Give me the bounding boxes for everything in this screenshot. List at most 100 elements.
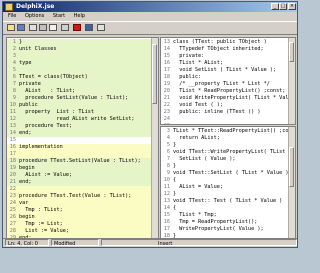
code-text: procedure SetList(Value : TList);: [19, 95, 129, 101]
close-button[interactable]: ×: [288, 3, 296, 10]
title-bar[interactable]: DelphiX.jse _ □ ×: [3, 2, 297, 12]
code-text: procedure TTest.SetList(Value : TList);: [19, 158, 141, 164]
code-line[interactable]: 4 return AList;: [161, 135, 288, 142]
right-bottom-scrollbar[interactable]: [288, 127, 295, 238]
menu-start[interactable]: Start: [53, 13, 65, 19]
code-line[interactable]: 10{: [161, 177, 288, 184]
code-line[interactable]: 21 void WritePropertyList( TList * Value…: [161, 95, 295, 102]
code-line[interactable]: 20 AList := Value;: [7, 172, 151, 179]
code-line[interactable]: 12 read AList write SetList;: [7, 116, 151, 123]
pascal-editor[interactable]: 1} 2 unit Classes 3 4 type 5 6 TTest = class(TOb…: [6, 37, 159, 239]
code-line[interactable]: 5}: [161, 142, 288, 149]
code-line[interactable]: 26 begin: [7, 214, 151, 221]
code-line[interactable]: 15 TList * Tmp;: [161, 212, 288, 219]
maximize-button[interactable]: □: [279, 3, 287, 10]
stop-button[interactable]: [85, 24, 93, 31]
menu-help[interactable]: Help: [74, 13, 85, 19]
code-line[interactable]: 4 type: [7, 60, 151, 67]
code-line[interactable]: 7 private: [7, 81, 151, 88]
code-line[interactable]: 5: [7, 67, 151, 74]
line-number: 22: [9, 186, 16, 192]
right-bottom-scroll-thumb[interactable]: [289, 147, 294, 187]
code-line[interactable]: 13 procedure Test;: [7, 123, 151, 130]
line-number: 6: [166, 149, 170, 155]
code-line[interactable]: 23 procedure TTest.Test(Value : TList);: [7, 193, 151, 200]
line-number: 5: [12, 67, 16, 73]
code-line[interactable]: 16 Tmp = ReadPropertyList();: [161, 219, 288, 226]
code-line[interactable]: 15: [7, 137, 151, 144]
print-button[interactable]: [29, 24, 37, 31]
code-line[interactable]: 17 void SetList ( TList * Value );: [161, 67, 288, 74]
code-text: unit Classes: [19, 46, 57, 52]
paste-button[interactable]: [61, 24, 69, 31]
code-line[interactable]: 17 WritePropertyList( Value );: [161, 226, 288, 233]
code-line[interactable]: 11 property List : TList: [7, 109, 151, 116]
code-line[interactable]: 20 TList * ReadPropertyList() ;const;: [161, 88, 288, 95]
code-line[interactable]: 10 public: [7, 102, 151, 109]
left-scrollbar[interactable]: [151, 38, 158, 238]
cpp-header-editor[interactable]: 13 class (TTest: public TObject ) 14 TType…: [160, 37, 296, 125]
code-line[interactable]: 27 Tmp := List;: [7, 221, 151, 228]
open-button[interactable]: [7, 24, 15, 31]
cpp-source-editor[interactable]: 3 TList * TTest::ReadPropertyList() ;cons…: [160, 126, 296, 239]
code-line[interactable]: 13 void TTest:: Test ( TList * Value ): [161, 198, 288, 205]
options-button[interactable]: [97, 24, 105, 31]
line-number: 22: [163, 102, 170, 108]
line-number: 12: [163, 191, 170, 197]
line-number: 19: [9, 165, 16, 171]
code-text: /* __property TList * List */: [173, 81, 270, 87]
menu-file[interactable]: File: [8, 13, 16, 19]
code-line[interactable]: 11 AList = Value;: [161, 184, 288, 191]
code-line[interactable]: 8}: [161, 163, 288, 170]
code-line[interactable]: 16 implementation: [7, 144, 151, 151]
code-line[interactable]: 14 TTypedef TObject inherited;: [161, 46, 288, 53]
line-number: 20: [9, 172, 16, 178]
toolbar: [3, 21, 297, 35]
code-line[interactable]: 14 end;: [7, 130, 151, 137]
code-line[interactable]: 16 TList * AList;: [161, 60, 288, 67]
code-line[interactable]: 28 List := Value;: [7, 228, 151, 235]
code-line[interactable]: 22: [7, 186, 151, 193]
code-line[interactable]: 25 Tmp : TList;: [7, 207, 151, 214]
left-scroll-thumb[interactable]: [152, 44, 157, 104]
right-top-scroll-thumb[interactable]: [289, 42, 294, 62]
menu-options[interactable]: Options: [25, 13, 44, 19]
line-number: 13: [163, 198, 170, 204]
minimize-button[interactable]: _: [271, 3, 279, 10]
code-line[interactable]: 8 AList : TList;: [7, 88, 151, 95]
run-button[interactable]: [73, 24, 81, 31]
code-line[interactable]: 15 private:: [161, 53, 288, 60]
code-text: property List : TList: [19, 109, 94, 115]
code-line[interactable]: 19 begin: [7, 165, 151, 172]
save-button[interactable]: [17, 24, 25, 31]
code-line[interactable]: 3: [7, 53, 151, 60]
code-line[interactable]: 7 SetList ( Value );: [161, 156, 288, 163]
code-line[interactable]: 23 public: inline (TTest () ): [161, 109, 288, 116]
cut-button[interactable]: [39, 24, 47, 31]
line-number: 27: [9, 221, 16, 227]
code-line[interactable]: 12}: [161, 191, 288, 198]
code-line[interactable]: 24: [161, 116, 288, 123]
code-line[interactable]: 3 TList * TTest::ReadPropertyList() ;cons…: [161, 128, 295, 135]
code-text: }: [173, 191, 177, 197]
code-line[interactable]: 24 var: [7, 200, 151, 207]
code-line[interactable]: 2 unit Classes: [7, 46, 151, 53]
code-line[interactable]: 1}: [7, 39, 151, 46]
right-top-scrollbar[interactable]: [288, 38, 295, 124]
code-line[interactable]: 17: [7, 151, 151, 158]
code-line[interactable]: 25: [161, 123, 288, 124]
code-line[interactable]: 18 procedure TTest.SetList(Value : TList)…: [7, 158, 151, 165]
code-line[interactable]: 9 procedure SetList(Value : TList);: [7, 95, 151, 102]
code-line[interactable]: 19 /* __property TList * List */: [161, 81, 288, 88]
code-line[interactable]: 6 void TTest::WritePropertyList( TList * …: [161, 149, 295, 156]
code-line[interactable]: 22 void Test ( );: [161, 102, 288, 109]
line-number: 15: [163, 212, 170, 218]
code-line[interactable]: 21 end;: [7, 179, 151, 186]
code-line[interactable]: 13 class (TTest: public TObject ): [161, 39, 288, 46]
copy-button[interactable]: [49, 24, 57, 31]
code-line[interactable]: 9 void TTest::SetList ( TList * Value ): [161, 170, 289, 177]
code-line[interactable]: 14{: [161, 205, 288, 212]
code-line[interactable]: 18 public:: [161, 74, 288, 81]
code-text: procedure TTest.Test(Value : TList);: [19, 193, 132, 199]
code-line[interactable]: 6 TTest = class(TObject): [7, 74, 151, 81]
